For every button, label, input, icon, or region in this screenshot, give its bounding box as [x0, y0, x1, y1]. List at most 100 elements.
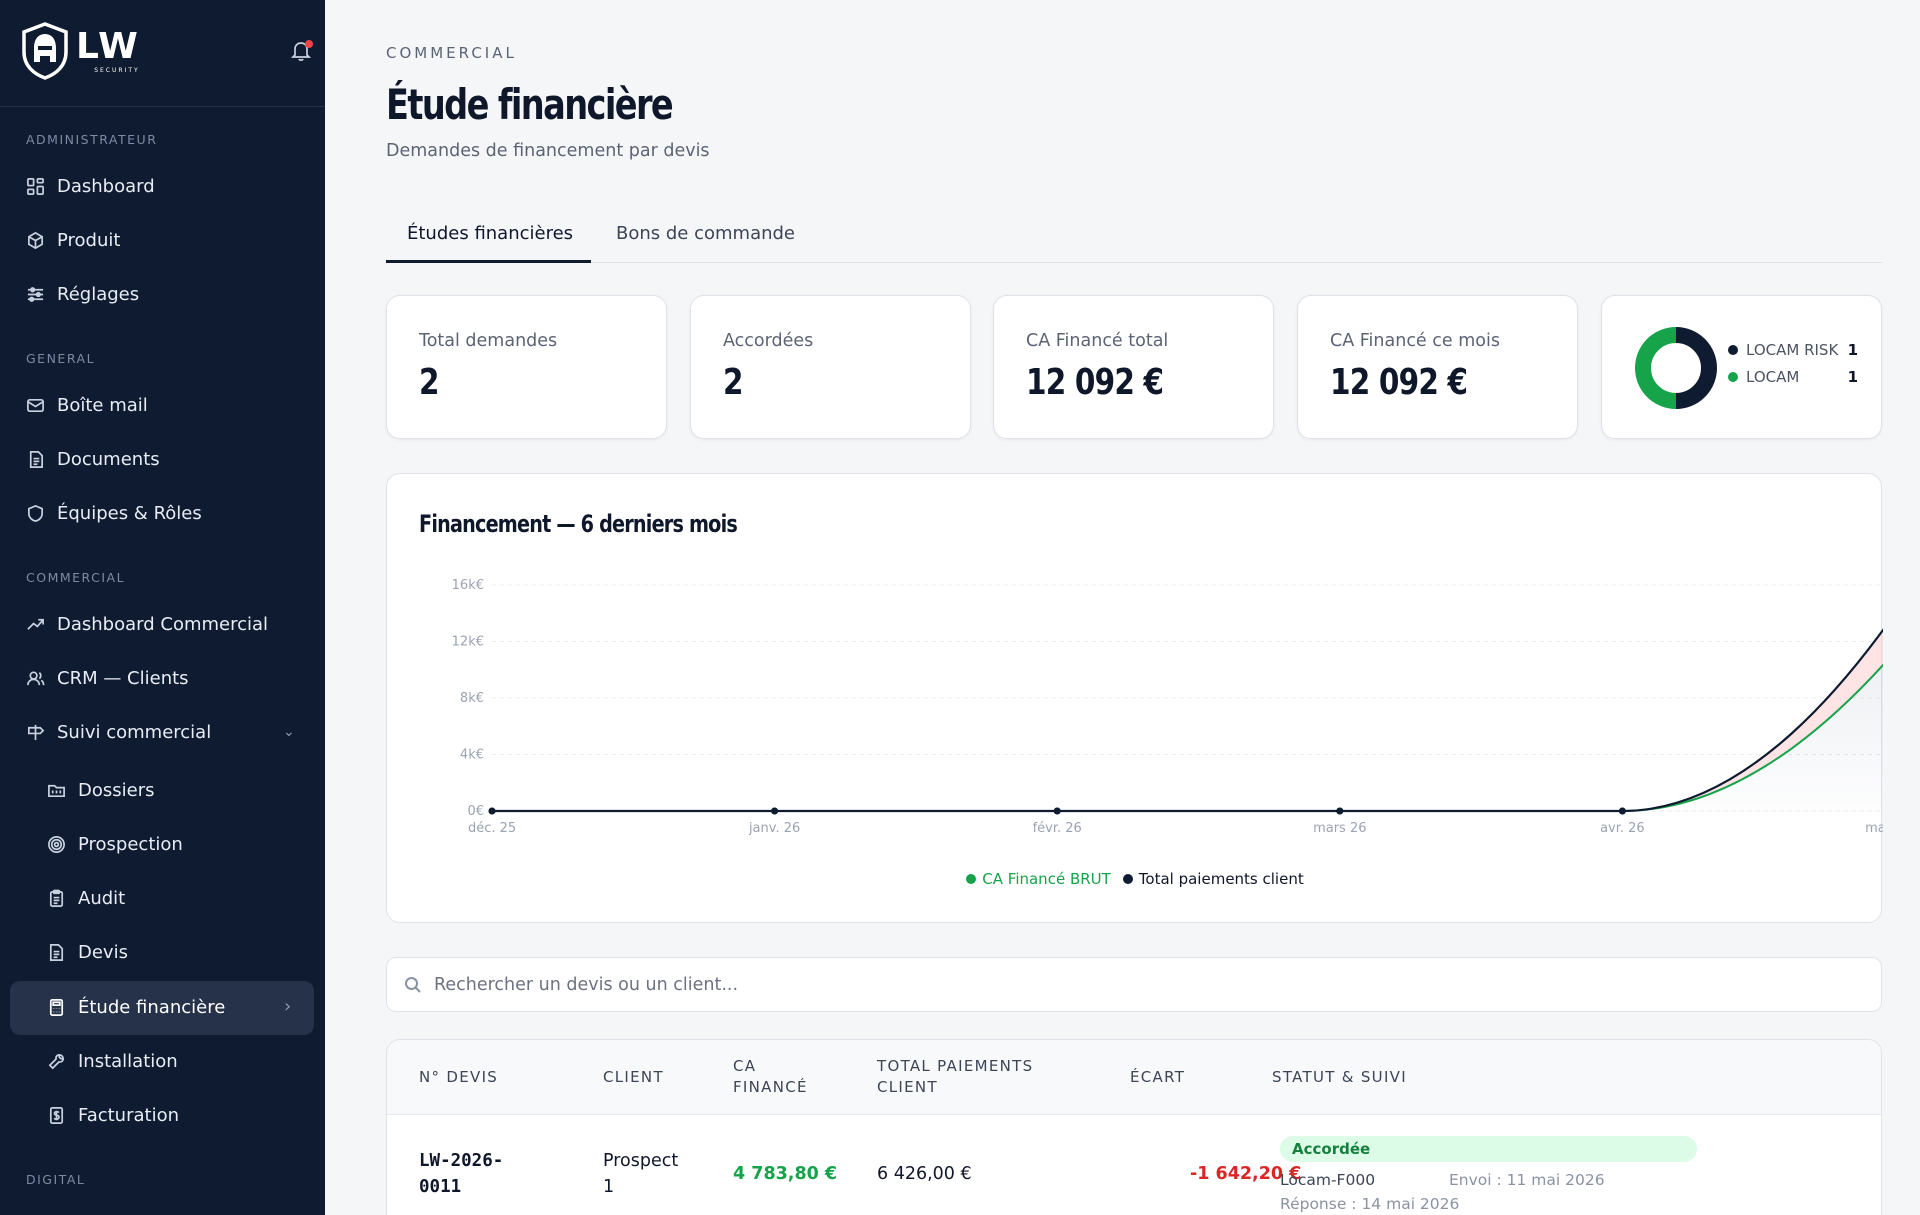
legend-label: CA Financé BRUT [982, 870, 1111, 888]
active-tab-indicator [386, 260, 591, 263]
sidebar-item-reglages[interactable]: Réglages [26, 279, 139, 309]
tab-bar: Études financières Bons de commande [386, 215, 1882, 263]
sidebar-item-prospection[interactable]: Prospection [47, 829, 183, 859]
column-header-statut[interactable]: STATUT & SUIVI [1272, 1067, 1407, 1088]
column-header-client[interactable]: CLIENT [603, 1067, 664, 1088]
stat-card-total-demandes: Total demandes 2 [386, 295, 667, 439]
grid-icon [27, 177, 44, 195]
client-name: Prospect 1 [603, 1151, 679, 1197]
sidebar-item-equipes[interactable]: Équipes & Rôles [26, 498, 202, 528]
users-icon [27, 670, 45, 685]
sidebar-item-label: Suivi commercial [57, 721, 212, 743]
chevron-down-icon[interactable]: ⌄ [283, 724, 295, 740]
sidebar-item-devis[interactable]: Devis [47, 937, 128, 967]
legend-dot [966, 874, 977, 884]
sidebar-item-suivi-commercial[interactable]: Suivi commercial [26, 717, 296, 747]
sidebar-item-dashboard-commercial[interactable]: Dashboard Commercial [26, 609, 268, 639]
page-subtitle: Demandes de financement par devis [386, 141, 710, 161]
sidebar-item-label: Facturation [78, 1104, 180, 1126]
financier-ref: Locam-F000 [1280, 1171, 1376, 1189]
devis-number: LW-2026- 0011 [419, 1151, 504, 1197]
column-header-ecart[interactable]: ÉCART [1130, 1067, 1185, 1088]
column-header-devis[interactable]: N° DEVIS [419, 1067, 498, 1088]
legend-item: Total paiements client [1122, 870, 1304, 888]
sidebar-item-label: Équipes & Rôles [57, 502, 202, 524]
data-point[interactable] [1053, 807, 1061, 815]
legend-count: 1 [1847, 341, 1858, 359]
legend-item: CA Financé BRUT [966, 870, 1111, 888]
stat-card-ca-finance-total: CA Financé total 12 092 € [993, 295, 1274, 439]
file-text-icon [49, 943, 64, 961]
data-point[interactable] [1336, 807, 1344, 815]
sidebar-item-boite-mail[interactable]: Boîte mail [26, 390, 148, 420]
donut-legend-row: LOCAM RISK 1 [1728, 341, 1858, 359]
stat-label: Total demandes [419, 331, 558, 351]
envoi-date: Envoi : 11 mai 2026 [1449, 1171, 1605, 1189]
stat-value: 2 [419, 362, 440, 403]
sidebar-item-label: Documents [57, 448, 160, 470]
data-point[interactable] [1618, 807, 1626, 815]
y-tick-label: 4k€ [460, 748, 484, 763]
search-icon [405, 977, 421, 993]
stat-card-ca-finance-mois: CA Financé ce mois 12 092 € [1297, 295, 1578, 439]
sidebar-item-label: Étude financière [78, 996, 226, 1018]
sidebar-item-audit[interactable]: Audit [47, 883, 125, 913]
sidebar-item-label: Dashboard [57, 175, 155, 197]
sidebar-item-label: Réglages [57, 283, 140, 305]
section-label-general: GENERAL [26, 351, 96, 366]
tab-etudes-financieres[interactable]: Études financières [407, 223, 573, 244]
stat-label: CA Financé ce mois [1330, 331, 1500, 351]
mail-icon [27, 398, 44, 412]
sidebar-item-label: Produit [57, 229, 121, 251]
sidebar-item-facturation[interactable]: Facturation [47, 1100, 179, 1130]
status-badge: Accordée [1280, 1136, 1697, 1162]
data-point[interactable] [488, 807, 496, 815]
folder-icon [48, 784, 65, 797]
sidebar-item-dashboard[interactable]: Dashboard [26, 171, 155, 201]
tab-bons-de-commande[interactable]: Bons de commande [616, 223, 795, 244]
search-input[interactable] [434, 968, 1854, 1002]
column-header-ca[interactable]: CA FINANCÉ [733, 1056, 808, 1098]
x-tick-label: mai 26 [1865, 821, 1883, 836]
trending-up-icon [27, 618, 44, 630]
clipboard-icon [49, 889, 64, 907]
chart-legend: CA Financé BRUT Total paiements client [387, 870, 1883, 888]
sidebar-header: LW SECURITY [0, 0, 325, 107]
legend-count: 1 [1847, 368, 1858, 386]
sidebar-item-documents[interactable]: Documents [26, 444, 160, 474]
legend-label: LOCAM [1746, 368, 1800, 386]
calculator-icon [49, 998, 64, 1016]
y-tick-label: 8k€ [460, 691, 484, 706]
series-line [491, 628, 1883, 813]
sidebar-item-installation[interactable]: Installation [47, 1046, 178, 1076]
data-point[interactable] [771, 807, 779, 815]
sidebar-item-label: Dashboard Commercial [57, 613, 269, 635]
sidebar-item-etude-financiere[interactable]: Étude financière [47, 992, 225, 1022]
donut-segment [1635, 327, 1677, 409]
donut-chart [1635, 327, 1717, 409]
sidebar-item-label: CRM — Clients [57, 667, 189, 689]
gap-area [492, 630, 1883, 811]
sidebar: LW SECURITY ADMINISTRATEUR Dashboard Pro… [0, 0, 325, 1215]
logo-text: LW [76, 25, 140, 67]
shield-logo-icon [22, 22, 68, 80]
column-header-total[interactable]: TOTAL PAIEMENTS CLIENT [877, 1056, 1033, 1098]
page-title: Étude financière [386, 80, 674, 129]
x-tick-label: déc. 25 [468, 821, 516, 836]
logo-subtext: SECURITY [94, 66, 140, 74]
stat-label: CA Financé total [1026, 331, 1169, 351]
ca-finance-value: 4 783,80 € [733, 1164, 838, 1184]
sidebar-item-dossiers[interactable]: Dossiers [47, 775, 154, 805]
x-tick-label: avr. 26 [1600, 821, 1645, 836]
sidebar-item-label: Installation [78, 1050, 178, 1072]
legend-label: LOCAM RISK [1746, 341, 1839, 359]
sliders-icon [27, 286, 44, 302]
area-fill [492, 665, 1883, 811]
logo: LW SECURITY [20, 22, 140, 80]
x-tick-label: mars 26 [1313, 821, 1366, 836]
sidebar-item-crm[interactable]: CRM — Clients [26, 663, 189, 693]
chevron-right-icon: › [284, 996, 292, 1017]
line-chart: 0€ 4k€ 8k€ 12k€ 16k€ déc. 25 janv. 26 févr. 26 m… [452, 578, 1883, 836]
sidebar-item-produit[interactable]: Produit [26, 225, 120, 255]
sidebar-item-label: Audit [78, 887, 126, 909]
